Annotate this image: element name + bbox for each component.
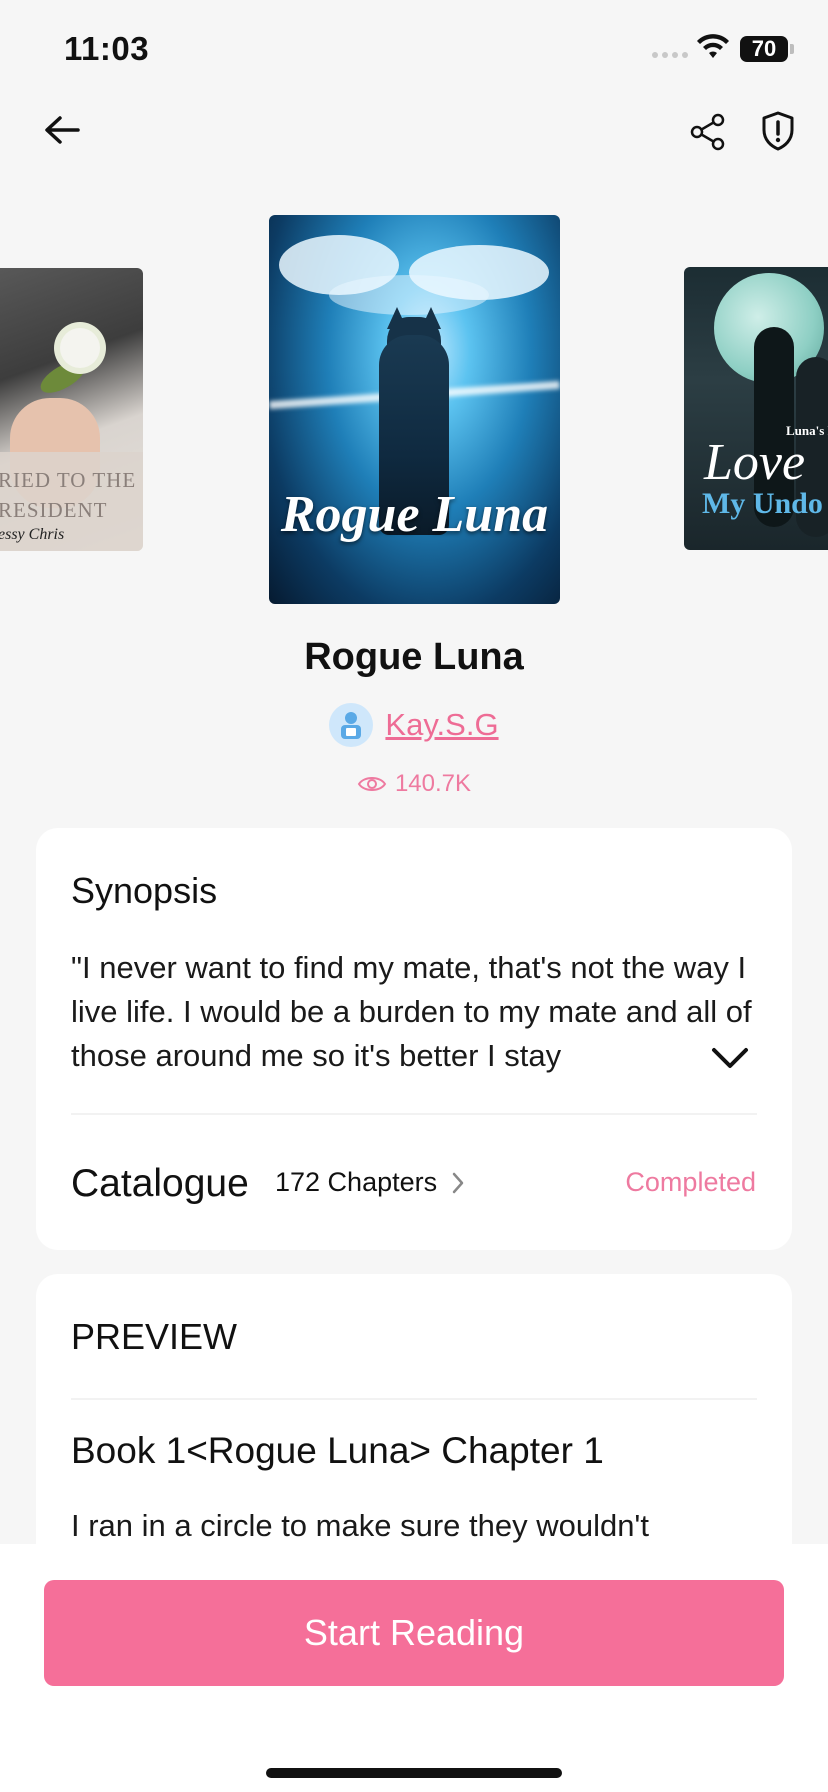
share-button[interactable] [684,108,732,156]
battery-icon: 70 [740,36,788,62]
book-title: Rogue Luna [304,636,524,678]
cover-left-author: essy Chris [0,526,65,543]
cover-next-book[interactable]: Luna's Regret Love My Undo [684,267,828,550]
divider [71,1398,757,1400]
status-time: 11:03 [64,30,150,67]
author-name-link[interactable]: Kay.S.G [385,707,498,743]
cover-main-title: Rogue Luna [280,486,549,543]
preview-heading: PREVIEW [71,1316,238,1357]
battery-cap [790,44,794,54]
catalogue-chevron-right-icon[interactable] [448,1168,468,1198]
report-button[interactable] [754,106,802,156]
cover-current-book[interactable]: Rogue Luna [269,215,560,604]
share-icon [690,113,725,151]
preview-chapter-title: Book 1<Rogue Luna> Chapter 1 [71,1430,604,1471]
completion-status: Completed [625,1167,756,1197]
person-icon [341,712,362,739]
home-indicator [266,1768,562,1778]
chevron-down-icon [712,1048,748,1068]
author-row[interactable]: Kay.S.G [0,703,828,747]
start-reading-button[interactable]: Start Reading [44,1580,784,1686]
cover-right-line2: My Undo [702,487,823,520]
cover-left-line1: RIED TO THE [0,468,137,492]
views-count: 140.7K [394,770,472,797]
cover-art-cloud [329,275,489,315]
synopsis-heading: Synopsis [71,870,218,911]
cover-previous-book[interactable]: RIED TO THE RESIDENT essy Chris [0,268,143,551]
shield-alert-icon [762,111,794,151]
back-button[interactable] [38,106,86,154]
bottom-action-bar: Start Reading [0,1544,828,1792]
preview-chapter-text: I ran in a circle to make sure they woul… [71,1508,649,1543]
cover-art-rose [60,328,100,368]
wifi-icon [696,34,730,65]
eye-icon [357,777,387,791]
catalogue-chapter-count[interactable]: 172 Chapters [275,1167,437,1198]
status-bar: 11:03 70 [0,0,828,100]
views-row: 140.7K [0,770,828,798]
catalogue-heading[interactable]: Catalogue [71,1162,249,1206]
expand-synopsis-button[interactable] [708,1040,752,1076]
arrow-left-icon [45,116,80,144]
cover-right-line1: Love [704,434,806,491]
author-avatar [329,703,374,747]
synopsis-card: Synopsis "I never want to find my mate, … [36,828,792,1250]
cover-left-line2: RESIDENT [0,498,108,522]
divider [71,1113,757,1115]
cellular-signal-icon [652,52,688,58]
